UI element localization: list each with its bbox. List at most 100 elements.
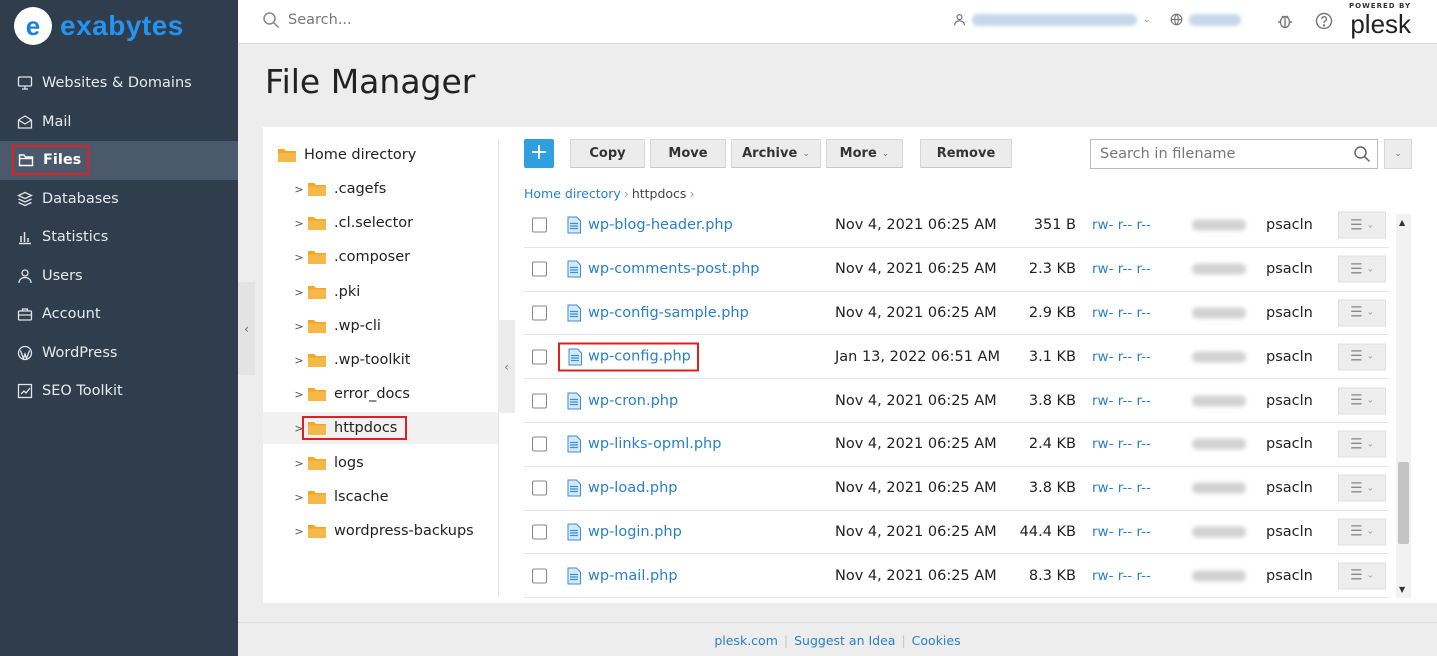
chevron-right-icon[interactable]: > [292, 525, 306, 538]
tree-item-logs[interactable]: > logs [292, 450, 363, 476]
move-button[interactable]: Move [650, 139, 726, 168]
breadcrumb-current[interactable]: httpdocs [632, 186, 687, 201]
chevron-right-icon[interactable]: > [292, 457, 306, 470]
tree-item-error-docs[interactable]: > error_docs [292, 381, 410, 407]
more-button[interactable]: More ⌄ [826, 139, 903, 168]
tree-item-home[interactable]: Home directory [278, 142, 416, 168]
table-row[interactable]: wp-cron.php Nov 4, 2021 06:25 AM 3.8 KB rw-… [524, 379, 1389, 423]
row-actions-menu[interactable]: ☰ ⌄ [1338, 343, 1386, 371]
row-checkbox[interactable] [532, 568, 547, 584]
file-permissions-link[interactable]: rw- r-- r-- [1092, 261, 1151, 277]
row-actions-menu[interactable]: ☰ ⌄ [1338, 430, 1386, 458]
help-icon[interactable] [1315, 12, 1333, 30]
table-row[interactable]: wp-config-sample.php Nov 4, 2021 06:25 AM… [524, 292, 1389, 336]
sidebar-item-databases[interactable]: Databases [0, 180, 238, 219]
search-options-dropdown[interactable]: ⌄ [1384, 139, 1412, 169]
row-checkbox[interactable] [532, 436, 547, 452]
sidebar-item-statistics[interactable]: Statistics [0, 218, 238, 257]
row-actions-menu[interactable]: ☰ ⌄ [1338, 387, 1386, 415]
tree-item-wordpress-backups[interactable]: > wordpress-backups [292, 518, 473, 544]
sidebar-item-users[interactable]: Users [0, 257, 238, 296]
file-name-link[interactable]: wp-links-opml.php [588, 436, 721, 452]
bug-icon[interactable] [1276, 12, 1294, 30]
breadcrumb-home[interactable]: Home directory [524, 186, 621, 201]
tree-item-wp-cli[interactable]: > .wp-cli [292, 313, 381, 339]
row-checkbox[interactable] [532, 393, 547, 409]
chevron-right-icon[interactable]: > [292, 320, 306, 333]
tree-item-wp-toolkit[interactable]: > .wp-toolkit [292, 347, 410, 373]
file-name-link[interactable]: wp-config-sample.php [588, 305, 749, 321]
tree-item-httpdocs[interactable]: > httpdocs [292, 415, 408, 441]
sidebar-item-account[interactable]: Account [0, 295, 238, 334]
tree-item-composer[interactable]: > .composer [292, 244, 410, 270]
file-permissions-link[interactable]: rw- r-- r-- [1092, 305, 1151, 321]
tree-collapse-toggle[interactable]: ‹ [498, 320, 515, 413]
row-checkbox[interactable] [532, 480, 547, 496]
chevron-right-icon[interactable]: > [292, 491, 306, 504]
row-checkbox[interactable] [532, 217, 547, 233]
plesk-logo[interactable]: POWERED BY plesk [1349, 2, 1411, 38]
file-name-link[interactable]: wp-comments-post.php [588, 261, 760, 277]
row-actions-menu[interactable]: ☰ ⌄ [1338, 211, 1386, 239]
file-name-link[interactable]: wp-mail.php [588, 568, 678, 584]
tree-item-pki[interactable]: > .pki [292, 279, 360, 305]
row-checkbox[interactable] [532, 305, 547, 321]
subscription-menu[interactable] [1170, 13, 1241, 26]
remove-button[interactable]: Remove [920, 139, 1012, 168]
archive-button[interactable]: Archive ⌄ [731, 139, 821, 168]
row-checkbox[interactable] [532, 261, 547, 277]
table-row[interactable]: wp-links-opml.php Nov 4, 2021 06:25 AM 2.4… [524, 423, 1389, 467]
chevron-right-icon[interactable]: > [292, 183, 306, 196]
sidebar-item-wordpress[interactable]: WordPress [0, 334, 238, 373]
file-name-link[interactable]: wp-config.php [588, 349, 691, 365]
row-actions-menu[interactable]: ☰ ⌄ [1338, 299, 1386, 327]
file-permissions-link[interactable]: rw- r-- r-- [1092, 568, 1151, 584]
row-actions-menu[interactable]: ☰ ⌄ [1338, 474, 1386, 502]
row-actions-menu[interactable]: ☰ ⌄ [1338, 518, 1386, 546]
row-checkbox[interactable] [532, 524, 547, 540]
search-icon[interactable] [1353, 145, 1371, 163]
table-row[interactable]: wp-blog-header.php Nov 4, 2021 06:25 AM 35… [524, 204, 1389, 248]
table-row[interactable]: wp-comments-post.php Nov 4, 2021 06:25 AM… [524, 248, 1389, 292]
file-name-link[interactable]: wp-login.php [588, 524, 682, 540]
footer-link-cookies[interactable]: Cookies [912, 633, 961, 648]
filename-search-input[interactable]: Search in filename [1090, 139, 1378, 169]
scrollbar-thumb[interactable] [1398, 462, 1409, 544]
sidebar-item-files[interactable]: Files [0, 141, 238, 180]
global-search-input[interactable]: Search... [288, 12, 352, 28]
user-menu[interactable]: ⌄ [953, 13, 1151, 26]
tree-item-cagefs[interactable]: > .cagefs [292, 176, 386, 202]
table-row[interactable]: wp-config.php Jan 13, 2022 06:51 AM 3.1 KB… [524, 335, 1389, 380]
sidebar-item-seo-toolkit[interactable]: SEO Toolkit [0, 372, 238, 411]
sidebar-collapse-toggle[interactable]: ‹ [238, 282, 255, 375]
brand-logo[interactable]: e exabytes [14, 6, 184, 46]
chevron-right-icon[interactable]: > [292, 217, 306, 230]
table-row[interactable]: wp-login.php Nov 4, 2021 06:25 AM 44.4 KB r… [524, 511, 1389, 555]
row-checkbox[interactable] [532, 349, 547, 365]
chevron-right-icon[interactable]: > [292, 354, 306, 367]
file-permissions-link[interactable]: rw- r-- r-- [1092, 217, 1151, 233]
chevron-right-icon[interactable]: > [292, 251, 306, 264]
file-name-link[interactable]: wp-load.php [588, 480, 678, 496]
file-name-link[interactable]: wp-cron.php [588, 393, 678, 409]
chevron-right-icon[interactable]: > [292, 286, 306, 299]
global-search[interactable]: Search... [262, 11, 352, 29]
tree-item-lscache[interactable]: > lscache [292, 484, 388, 510]
table-row[interactable]: wp-load.php Nov 4, 2021 06:25 AM 3.8 KB rw-… [524, 467, 1389, 511]
file-list-scrollbar[interactable]: ▲ ▼ [1396, 214, 1411, 598]
scroll-up-icon[interactable]: ▲ [1399, 218, 1405, 227]
sidebar-item-mail[interactable]: Mail [0, 103, 238, 142]
sidebar-item-websites-domains[interactable]: Websites & Domains [0, 64, 238, 103]
scroll-down-icon[interactable]: ▼ [1399, 585, 1405, 594]
table-row[interactable]: wp-mail.php Nov 4, 2021 06:25 AM 8.3 KB rw-… [524, 554, 1389, 599]
file-permissions-link[interactable]: rw- r-- r-- [1092, 524, 1151, 540]
chevron-right-icon[interactable]: > [292, 388, 306, 401]
copy-button[interactable]: Copy [570, 139, 645, 168]
row-actions-menu[interactable]: ☰ ⌄ [1338, 562, 1386, 590]
add-button[interactable]: + [524, 139, 554, 168]
file-permissions-link[interactable]: rw- r-- r-- [1092, 480, 1151, 496]
tree-item-cl-selector[interactable]: > .cl.selector [292, 210, 413, 236]
file-name-link[interactable]: wp-blog-header.php [588, 217, 733, 233]
file-permissions-link[interactable]: rw- r-- r-- [1092, 436, 1151, 452]
footer-link-plesk[interactable]: plesk.com [714, 633, 778, 648]
